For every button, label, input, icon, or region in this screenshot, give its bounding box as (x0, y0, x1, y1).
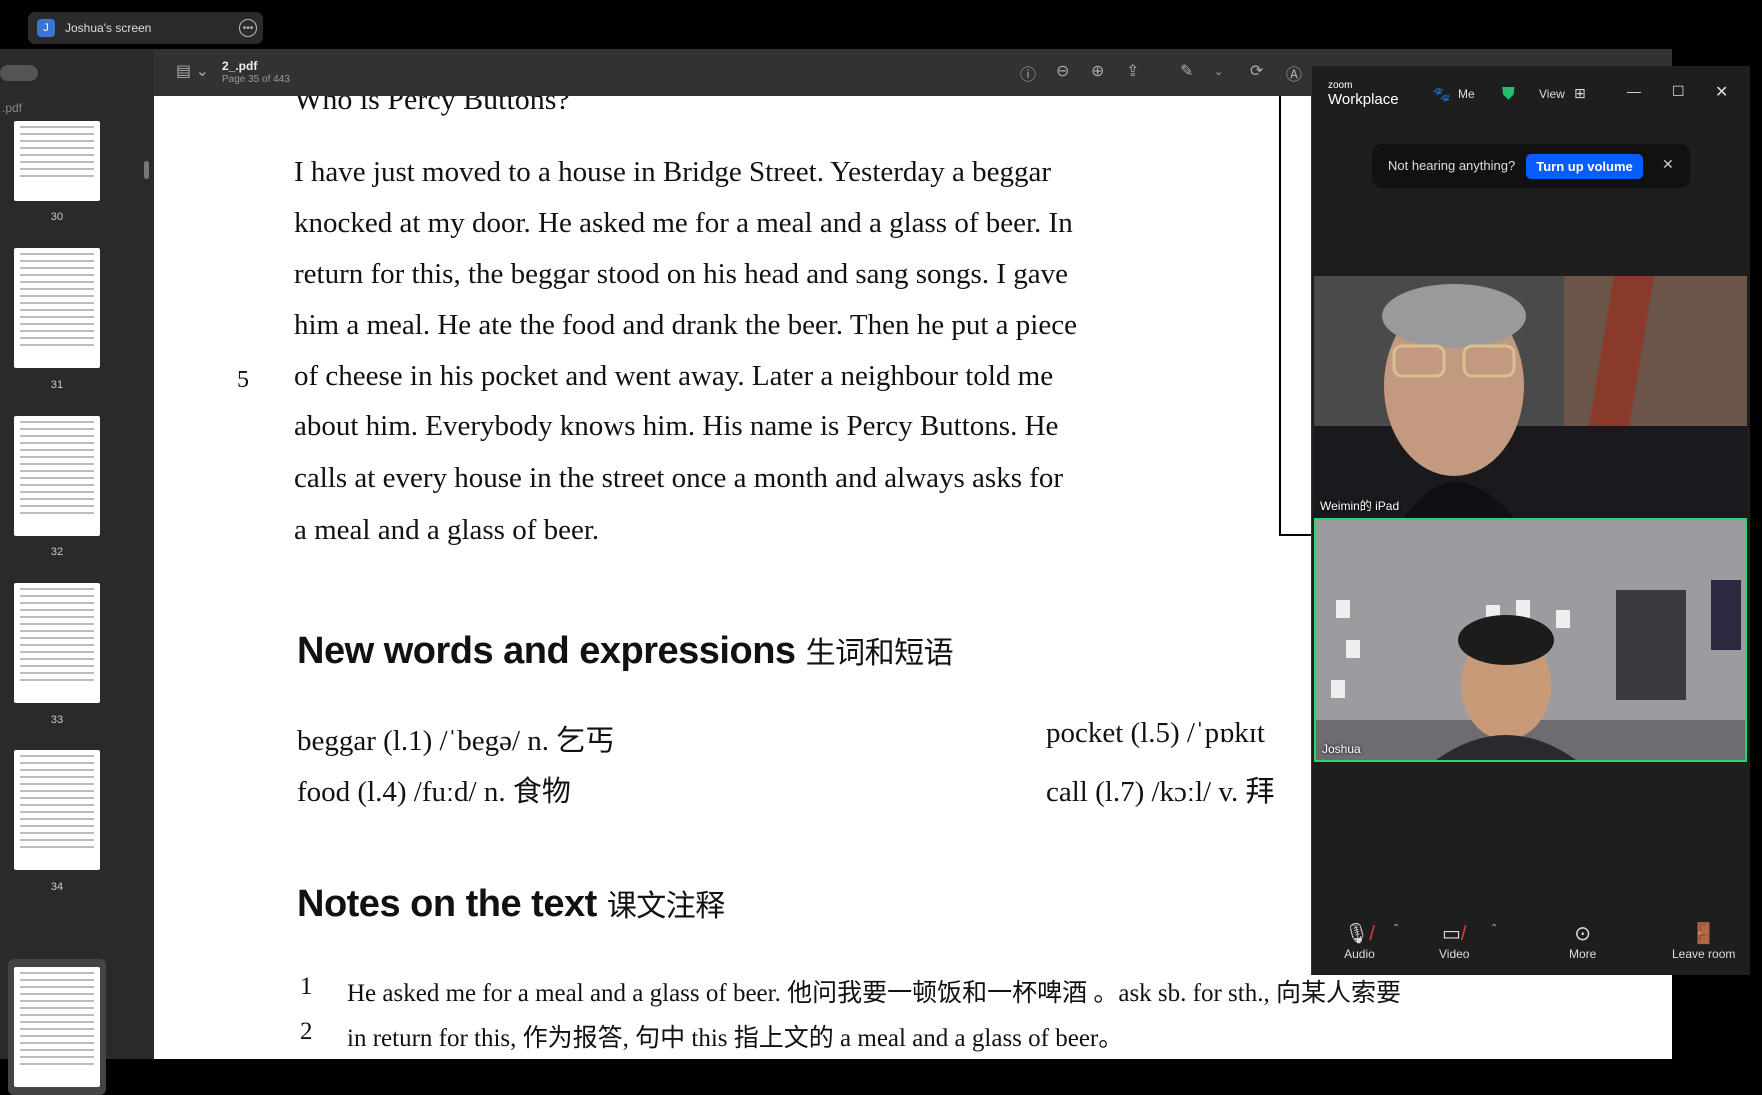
sidebar-scrollbar[interactable] (144, 161, 149, 179)
sidebar-toggle-icon[interactable]: ▤ ⌄ (176, 61, 209, 81)
close-icon[interactable]: ✕ (1662, 156, 1674, 173)
notes-heading-cn: 课文注释 (606, 889, 726, 924)
passage-line: him a meal. He ate the food and drank th… (294, 309, 1077, 341)
grid-icon[interactable]: ⊞ (1574, 85, 1586, 102)
sidebar-toggle[interactable] (0, 65, 38, 81)
note-number: 2 (300, 1018, 313, 1045)
annotate-icon[interactable]: Ⓐ (1286, 61, 1302, 85)
notes-heading: Notes on the text 课文注释 (297, 881, 725, 926)
note-number: 1 (300, 973, 313, 1000)
share-title: Joshua's screen (65, 21, 152, 35)
close-icon[interactable]: ✕ (1715, 82, 1728, 102)
thumbnail-label: 31 (50, 379, 64, 391)
more-button[interactable]: ⊙ More (1569, 921, 1596, 961)
meeting-controls: 🎙/ Audio ⌃ ▭/ Video ⌃ ⊙ More 🚪 Leave roo… (1312, 911, 1751, 975)
vocab-entry: pocket (l.5) /ˈpɒkɪt (1046, 717, 1265, 749)
passage-line: calls at every house in the street once … (294, 462, 1064, 494)
page-thumbnail[interactable] (14, 416, 100, 536)
share-icon[interactable]: ⇪ (1126, 61, 1139, 81)
page-thumbnail[interactable] (14, 750, 100, 870)
more-options-icon[interactable]: ••• (239, 19, 257, 37)
leave-icon: 🚪 (1691, 923, 1717, 945)
video-tile-joshua[interactable]: Joshua (1314, 518, 1747, 762)
video-label: Video (1439, 947, 1470, 961)
share-tab[interactable]: J Joshua's screen ••• (28, 12, 263, 44)
page-thumbnail[interactable] (14, 967, 100, 1087)
vocab-entry: food (l.4) /fuːd/ n. 食物 (297, 776, 571, 808)
line-number: 5 (237, 367, 249, 393)
participant-name: Joshua (1322, 742, 1361, 756)
passage-line: I have just moved to a house in Bridge S… (294, 156, 1052, 188)
participants-icon[interactable]: 🐾 (1433, 86, 1450, 103)
info-icon[interactable]: ⓘ (1020, 61, 1036, 85)
maximize-icon[interactable]: ☐ (1672, 83, 1685, 100)
new-words-heading: New words and expressions 生词和短语 (297, 628, 954, 673)
thumbnail-label: 33 (50, 714, 64, 726)
thumbnail-label: 32 (50, 546, 64, 558)
zoom-out-icon[interactable]: ⊖ (1056, 61, 1069, 81)
chevron-up-icon[interactable]: ⌃ (1392, 923, 1400, 934)
audio-button[interactable]: 🎙/ Audio (1344, 921, 1375, 961)
leave-label: Leave room (1672, 947, 1736, 961)
audio-notice: Not hearing anything? Turn up volume ✕ (1372, 144, 1690, 188)
zoom-logo: Workplace (1328, 91, 1399, 108)
notes-heading-en: Notes on the text (297, 883, 597, 925)
page-thumbnail[interactable] (14, 248, 100, 368)
video-off-icon: ▭/ (1442, 923, 1467, 945)
chevron-up-icon[interactable]: ⌃ (1490, 923, 1498, 934)
passage-line: of cheese in his pocket and went away. L… (294, 360, 1054, 392)
notice-text: Not hearing anything? (1388, 158, 1516, 173)
zoom-logo-small: zoom (1328, 80, 1353, 91)
thumbnail-sidebar: .pdf 30 31 32 33 34 (0, 49, 154, 1095)
shield-check-icon[interactable]: ⛊ (1502, 84, 1515, 104)
page-info: Page 35 of 443 (222, 74, 290, 85)
vocab-entry: call (l.7) /kɔːl/ v. 拜 (1046, 776, 1275, 808)
passage-title: Who is Percy Buttons? (294, 96, 570, 116)
vocab-entry: beggar (l.1) /ˈbegə/ n. 乞丐 (297, 725, 615, 757)
rotate-icon[interactable]: ⟳ (1250, 61, 1263, 81)
chevron-down-icon[interactable]: ⌄ (1214, 65, 1223, 78)
passage-line: about him. Everybody knows him. His name… (294, 410, 1059, 442)
thumbnail-label: 30 (50, 211, 64, 223)
passage-line: a meal and a glass of beer. (294, 514, 600, 546)
share-avatar: J (37, 19, 55, 37)
video-tile-weimin[interactable]: Weimin的 iPad (1314, 276, 1747, 518)
microphone-muted-icon: 🎙/ (1344, 923, 1375, 945)
zoom-in-icon[interactable]: ⊕ (1091, 61, 1104, 81)
share-bar: J Joshua's screen ••• (0, 0, 1762, 49)
video-button[interactable]: ▭/ Video (1439, 921, 1469, 961)
more-label: More (1569, 947, 1597, 961)
new-words-heading-cn: 生词和短语 (805, 636, 954, 671)
participant-video (1316, 520, 1745, 760)
more-icon: ⊙ (1574, 923, 1592, 945)
view-button[interactable]: View (1539, 87, 1565, 101)
turn-up-volume-button[interactable]: Turn up volume (1526, 154, 1643, 179)
page-thumbnail[interactable] (14, 583, 100, 703)
document-name: 2_.pdf (222, 59, 258, 73)
passage-line: knocked at my door. He asked me for a me… (294, 207, 1073, 239)
new-words-heading-en: New words and expressions (297, 630, 796, 672)
audio-label: Audio (1344, 947, 1375, 961)
passage-line: return for this, the beggar stood on his… (294, 258, 1068, 290)
leave-room-button[interactable]: 🚪 Leave room (1672, 921, 1735, 961)
markup-pen-icon[interactable]: ✎ (1180, 61, 1193, 81)
note-text: He asked me for a meal and a glass of be… (347, 980, 1401, 1007)
sidebar-filename: .pdf (2, 101, 23, 115)
participant-video (1314, 276, 1747, 518)
page-thumbnail[interactable] (14, 121, 100, 201)
minimize-icon[interactable]: — (1627, 83, 1641, 99)
participant-name: Weimin的 iPad (1320, 499, 1400, 513)
me-label[interactable]: Me (1458, 87, 1475, 101)
note-text: in return for this, 作为报答, 句中 this 指上文的 a… (347, 1025, 1124, 1052)
thumbnail-label: 34 (50, 881, 64, 893)
zoom-window: zoom Workplace 🐾 Me ⛊ View ⊞ — ☐ ✕ Not h… (1311, 66, 1750, 975)
